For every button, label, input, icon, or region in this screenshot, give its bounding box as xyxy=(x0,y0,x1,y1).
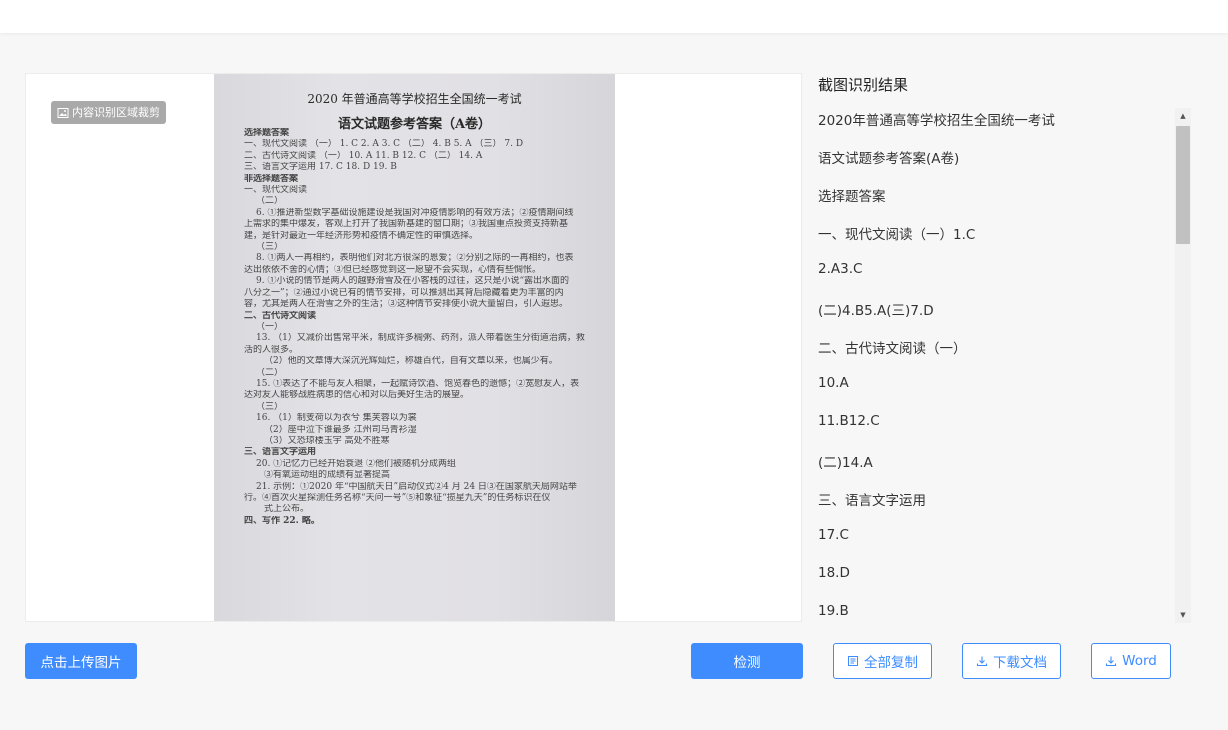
paper-line: 16. （1）制芰荷以为衣兮 集芙蓉以为裳 xyxy=(256,413,417,424)
paper-line: 四、写作 22. 略。 xyxy=(244,515,320,526)
download-doc-button[interactable]: 下载文档 xyxy=(962,643,1061,679)
result-line: 2020年普通高等学校招生全国统一考试 xyxy=(818,113,1055,129)
paper-line: 达对友人能够战胜病患的信心和对以后美好生活的展望。 xyxy=(244,390,470,401)
paper-line: 一、现代文阅读 xyxy=(244,185,308,196)
paper-line: 三、语言文字运用 17. C 18. D 19. B xyxy=(244,162,397,173)
scroll-up-arrow-icon[interactable]: ▲ xyxy=(1175,108,1191,124)
paper-line: 20. ①记忆力已经开始衰退 ②他们被随机分成两组 xyxy=(256,458,457,469)
paper-line: （三） xyxy=(256,242,284,253)
result-line: 10.A xyxy=(818,375,849,391)
download-icon xyxy=(976,656,988,667)
result-line: 19.B xyxy=(818,603,849,619)
copy-all-button[interactable]: 全部复制 xyxy=(833,643,932,679)
paper-line: 活的人很多。 xyxy=(244,344,299,355)
crop-region-button[interactable]: 内容识别区域裁剪 xyxy=(51,101,166,124)
paper-line: 9. ①小说的情节是两人的越野滑雪及在小客栈的过往，这只是小说“露出水面的 xyxy=(256,276,570,287)
paper-line: 式上公布。 xyxy=(264,504,310,515)
copy-icon xyxy=(848,656,858,666)
uploaded-document-image: 2020 年普通高等学校招生全国统一考试 语文试题参考答案（A卷） 选择题答案一… xyxy=(214,74,615,621)
paper-line: 13. （1）又减价出售常平米，制成许多稠粥、药剂，派人带着医生分街道治病，救 xyxy=(256,333,585,344)
result-line: 三、语言文字运用 xyxy=(818,493,926,509)
scroll-down-arrow-icon[interactable]: ▼ xyxy=(1175,607,1191,623)
result-line: 一、现代文阅读（一）1.C xyxy=(818,227,976,243)
paper-line: 八分之一”；②通过小说已有的情节安排，可以推测出其背后隐藏着更为丰富的内 xyxy=(244,287,564,298)
paper-line: 行。④首次火星探测任务名称“天问一号”⑤和象征“揽星九天”的任务标识在仪 xyxy=(244,493,551,503)
result-line: (二)4.B5.A(三)7.D xyxy=(818,303,934,319)
upload-image-label: 点击上传图片 xyxy=(40,655,122,671)
paper-line: 达出依依不舍的心情；③但已经感觉到这一愿望不会实现，心情有些惆怅。 xyxy=(244,264,542,275)
paper-line: （三） xyxy=(256,401,284,412)
result-scrollbar[interactable]: ▲ ▼ xyxy=(1175,108,1191,623)
download-word-label: Word xyxy=(1122,653,1157,669)
result-line: 语文试题参考答案(A卷) xyxy=(818,151,960,167)
paper-line: 非选择题答案 xyxy=(244,173,299,184)
paper-line: （一） xyxy=(256,321,284,332)
paper-line: （二） xyxy=(256,367,284,378)
result-line: 二、古代诗文阅读（一） xyxy=(818,341,967,357)
paper-line: 二、古代诗文阅读 （一） 10. A 11. B 12. C （二） 14. A xyxy=(244,150,483,161)
download-word-button[interactable]: Word xyxy=(1091,643,1171,679)
top-bar xyxy=(0,0,1228,33)
paper-line: 15. ①表达了不能与友人相聚，一起赋诗饮酒、饱览春色的遗憾；②宽慰友人，表 xyxy=(256,378,580,389)
result-line: 11.B12.C xyxy=(818,413,880,429)
detect-label: 检测 xyxy=(733,655,761,671)
paper-line: 一、现代文阅读 （一） 1. C 2. A 3. C （二） 4. B 5. A… xyxy=(244,139,524,150)
result-line: 17.C xyxy=(818,527,849,543)
paper-line: 6. ①推进新型数字基础设施建设是我国对冲疫情影响的有效方法；②疫情期间线 xyxy=(256,207,574,218)
paper-line: 三、语言文字运用 xyxy=(244,447,317,458)
copy-all-label: 全部复制 xyxy=(864,655,918,671)
image-icon xyxy=(57,107,69,118)
paper-line: （3）又恐琼楼玉宇 高处不胜寒 xyxy=(264,435,390,446)
detect-button[interactable]: 检测 xyxy=(691,643,803,679)
paper-line: 二、古代诗文阅读 xyxy=(244,310,317,321)
paper-line: 21. 示例：①2020 年“中国航天日”启动仪式②4 月 24 日③在国家航天… xyxy=(256,481,577,492)
paper-line: 上需求的集中爆发，客观上打开了我国新基建的窗口期；③我国重点投资支持新基 xyxy=(244,219,569,230)
result-line: 18.D xyxy=(818,565,850,581)
paper-line: 容，尤其是两人在滑雪之外的生活；③这种情节安排使小说大量留白，引人遐思。 xyxy=(244,299,569,310)
paper-line: （2）座中泣下谁最多 江州司马青衫湿 xyxy=(264,424,417,435)
image-preview-panel: 内容识别区域裁剪 2020 年普通高等学校招生全国统一考试 语文试题参考答案（A… xyxy=(25,73,802,622)
result-line: 选择题答案 xyxy=(818,189,886,205)
result-title: 截图识别结果 xyxy=(818,76,909,94)
paper-title: 2020 年普通高等学校招生全国统一考试 xyxy=(307,92,522,106)
paper-line: （二） xyxy=(256,196,284,207)
download-icon xyxy=(1106,656,1117,667)
paper-line: 建，是针对最近一年经济形势和疫情不确定性的审慎选择。 xyxy=(244,230,479,241)
upload-image-button[interactable]: 点击上传图片 xyxy=(25,643,137,679)
paper-body: 选择题答案 一、现代文阅读 （一） 1. C 2. A 3. C （二） 4. B… xyxy=(244,128,594,527)
paper-line: （2）他的文章博大深沉光辉灿烂，称雄百代，自有文章以来，也属少有。 xyxy=(264,356,558,367)
result-line: (二)14.A xyxy=(818,455,873,471)
result-line: 2.A3.C xyxy=(818,261,863,277)
result-list[interactable]: 2020年普通高等学校招生全国统一考试 语文试题参考答案(A卷) 选择题答案一、现代… xyxy=(806,108,1174,623)
paper-line: 选择题答案 xyxy=(244,128,290,138)
scroll-thumb[interactable] xyxy=(1176,126,1190,244)
paper-line: ③有氧运动组的成绩有显著提高 xyxy=(264,470,391,481)
download-doc-label: 下载文档 xyxy=(993,655,1047,671)
crop-region-label: 内容识别区域裁剪 xyxy=(72,106,160,119)
paper-line: 8. ①两人一再相约，表明他们对北方很深的恩爱；②分别之际的一再相约，也表 xyxy=(256,253,574,264)
